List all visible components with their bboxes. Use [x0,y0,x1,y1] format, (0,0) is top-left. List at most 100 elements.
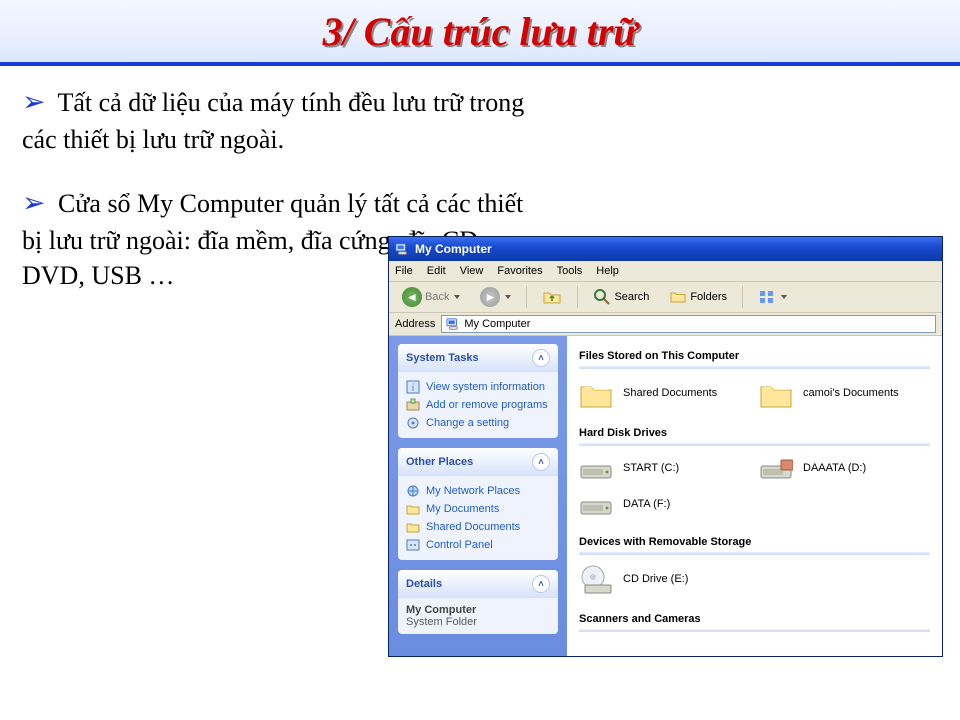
forward-button[interactable]: ► [473,284,518,310]
back-button[interactable]: ◄ Back [395,284,467,310]
my-computer-icon [446,317,460,331]
collapse-icon: ˄ [532,349,550,367]
other-places-header[interactable]: Other Places ˄ [398,448,558,476]
section-divider [579,366,930,369]
link-label: Control Panel [426,539,493,551]
folders-button[interactable]: Folders [662,285,734,309]
item-drive-c[interactable]: START (C:) [579,456,739,482]
folder-up-icon [542,287,562,307]
chevron-down-icon [454,295,460,299]
search-icon [593,288,611,306]
section-divider [579,552,930,555]
other-places-title: Other Places [406,456,473,468]
details-title: Details [406,578,442,590]
forward-arrow-icon: ► [480,287,500,307]
menu-tools[interactable]: Tools [557,265,583,277]
link-control-panel[interactable]: Control Panel [406,536,550,554]
menu-favorites[interactable]: Favorites [497,265,542,277]
details-header[interactable]: Details ˄ [398,570,558,598]
toolbar-separator [526,286,527,308]
collapse-icon: ˄ [532,575,550,593]
paragraph-1: ➢ Tất cả dữ liệu của máy tính đều lưu tr… [22,84,542,157]
search-label: Search [614,291,649,303]
programs-icon [406,398,420,412]
item-user-documents[interactable]: camoi's Documents [759,379,919,409]
address-bar: Address My Computer [389,313,942,336]
slide-title: 3/ Cấu trúc lưu trữ [323,8,638,55]
item-label: camoi's Documents [803,387,899,400]
item-drive-d[interactable]: DAAATA (D:) [759,456,919,482]
section-hdd-header: Hard Disk Drives [579,427,930,439]
section-divider [579,443,930,446]
folder-icon [406,520,420,534]
link-network-places[interactable]: My Network Places [406,482,550,500]
section-files-header: Files Stored on This Computer [579,350,930,362]
bullet-icon: ➢ [22,188,45,219]
collapse-icon: ˄ [532,453,550,471]
link-label: Shared Documents [426,521,520,533]
slide-title-bar: 3/ Cấu trúc lưu trữ [0,0,960,66]
other-places-panel: Other Places ˄ My Network Places My Docu… [398,448,558,560]
system-tasks-header[interactable]: System Tasks ˄ [398,344,558,372]
details-panel: Details ˄ My Computer System Folder [398,570,558,634]
item-drive-f[interactable]: DATA (F:) [579,492,739,518]
back-label: Back [425,291,449,303]
link-change-setting[interactable]: Change a setting [406,414,550,432]
menu-view[interactable]: View [460,265,484,277]
settings-icon [406,416,420,430]
link-label: View system information [426,381,545,393]
item-label: START (C:) [623,462,679,475]
link-view-system-info[interactable]: i View system information [406,378,550,396]
section-divider [579,629,930,632]
menu-bar: File Edit View Favorites Tools Help [389,261,942,282]
details-name: My Computer [406,604,476,616]
info-icon: i [406,380,420,394]
link-shared-documents[interactable]: Shared Documents [406,518,550,536]
item-label: CD Drive (E:) [623,573,688,586]
section-scanners-header: Scanners and Cameras [579,613,930,625]
link-label: My Network Places [426,485,520,497]
svg-text:i: i [412,383,414,394]
section-removable-header: Devices with Removable Storage [579,536,930,548]
hard-drive-icon [579,492,613,518]
chevron-down-icon [781,295,787,299]
my-computer-window: My Computer File Edit View Favorites Too… [388,236,943,657]
item-shared-documents[interactable]: Shared Documents [579,379,739,409]
views-button[interactable] [751,285,794,309]
menu-file[interactable]: File [395,265,413,277]
search-button[interactable]: Search [586,285,656,309]
menu-help[interactable]: Help [596,265,619,277]
hard-drive-icon [579,456,613,482]
address-value: My Computer [464,318,530,330]
item-cd-drive[interactable]: CD Drive (E:) [579,565,739,595]
link-my-documents[interactable]: My Documents [406,500,550,518]
toolbar-separator [742,286,743,308]
bullet-icon: ➢ [22,87,45,118]
system-tasks-panel: System Tasks ˄ i View system information… [398,344,558,438]
item-label: DATA (F:) [623,498,670,511]
link-add-remove-programs[interactable]: Add or remove programs [406,396,550,414]
window-titlebar[interactable]: My Computer [389,237,942,261]
hard-drive-icon [759,456,793,482]
network-icon [406,484,420,498]
link-label: My Documents [426,503,499,515]
toolbar-separator [577,286,578,308]
link-label: Add or remove programs [426,399,548,411]
up-button[interactable] [535,284,569,310]
paragraph-1-text: Tất cả dữ liệu của máy tính đều lưu trữ … [22,88,524,154]
item-label: DAAATA (D:) [803,462,866,475]
menu-edit[interactable]: Edit [427,265,446,277]
back-arrow-icon: ◄ [402,287,422,307]
address-label: Address [395,318,435,330]
folder-icon [579,379,613,409]
window-title: My Computer [415,242,492,256]
folder-icon [759,379,793,409]
toolbar: ◄ Back ► Search Folders [389,282,942,313]
details-type: System Folder [406,616,477,628]
views-icon [758,288,776,306]
main-content: Files Stored on This Computer Shared Doc… [567,336,942,656]
link-label: Change a setting [426,417,509,429]
folders-icon [669,288,687,306]
address-field[interactable]: My Computer [441,315,936,333]
system-tasks-title: System Tasks [406,352,479,364]
